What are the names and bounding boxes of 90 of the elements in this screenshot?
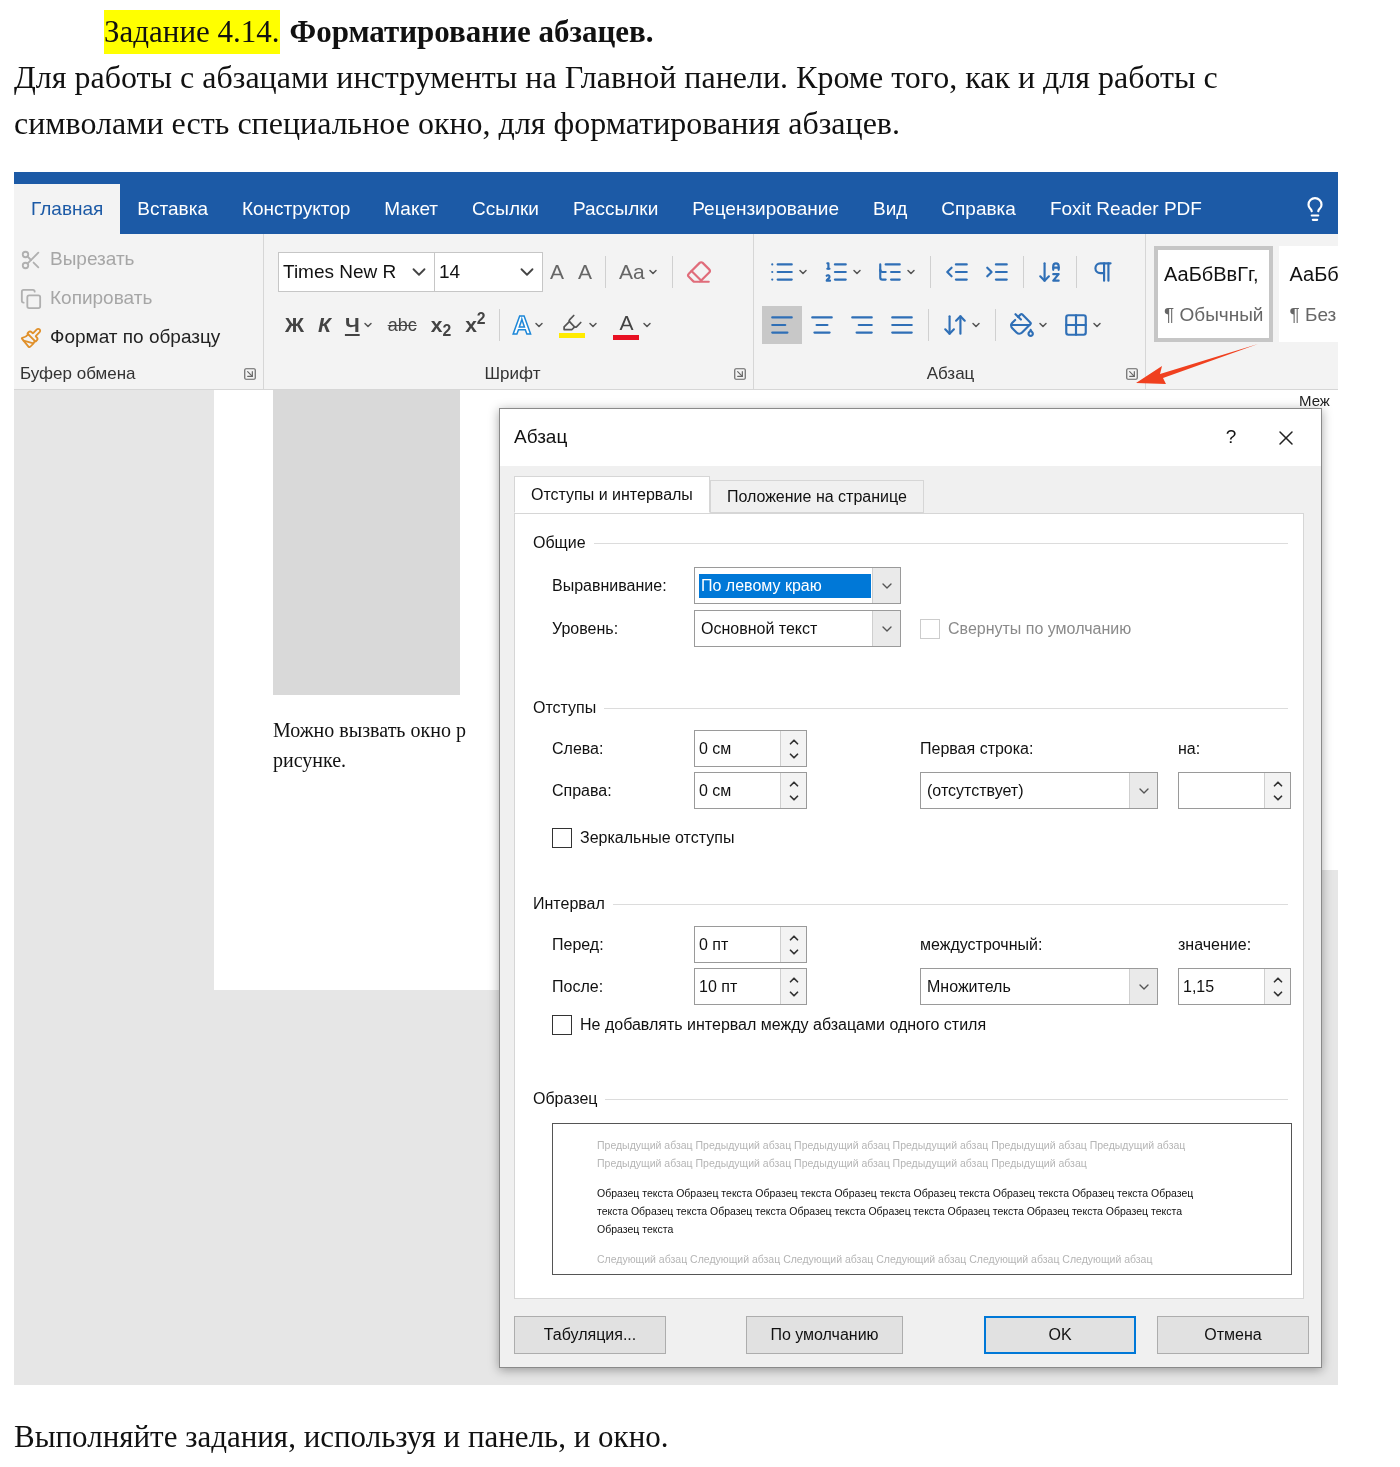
font-size-field[interactable]: 14 [435, 252, 543, 292]
section-heading: Отступы [533, 698, 597, 718]
preview-text: Следующий абзац Следующий абзац Следующий абзац Следующий абзац Следующий абзац Следующий абзац [597, 1252, 1154, 1267]
ribbon-tab[interactable]: Ссылки [455, 184, 556, 234]
group-label: Шрифт [484, 363, 541, 386]
paintbrush-icon [20, 326, 42, 349]
dropdown-value: Основной текст [700, 618, 819, 639]
toolbar-button[interactable]: A [543, 253, 571, 291]
ribbon-tab[interactable]: Вставка [120, 184, 225, 234]
borders-icon [1063, 312, 1089, 338]
section-heading: Общие [533, 533, 586, 553]
dropdown[interactable]: (отсутствует) [920, 772, 1158, 809]
footer-text: Выполняйте задания, используя и панель, и окно. [14, 1418, 670, 1456]
intro-paragraph: Для работы с абзацами инструменты на Главной панели. Кроме того, как и для работы с символами есть специальное окно, для форматирования абзацев. [14, 58, 1219, 143]
toolbar-button[interactable]: x$_{2}$ [423, 306, 459, 344]
field-label: на: [1178, 738, 1202, 759]
toolbar-button[interactable]: К [311, 306, 338, 344]
ribbon-tab[interactable]: Вид [855, 184, 925, 234]
font-name-field[interactable]: Times New R [278, 252, 435, 292]
field-label: Первая строка: [920, 738, 1035, 759]
ribbon-tab[interactable]: Foxit Reader PDF [1032, 184, 1219, 234]
dropdown[interactable]: Основной текст [694, 610, 901, 647]
dialog-button[interactable]: OK [984, 1316, 1136, 1354]
dialog-launcher-icon[interactable] [1125, 367, 1139, 381]
toolbar-button[interactable]: A [606, 306, 661, 344]
dropdown[interactable]: Множитель [920, 968, 1158, 1005]
numbered-list-icon [823, 259, 849, 285]
style-card[interactable]: АаБб ¶ Без [1279, 246, 1338, 342]
style-card[interactable]: АаБбВвГг, ¶ Обычный [1154, 246, 1274, 342]
field-label: После: [552, 976, 605, 997]
preview-text: Предыдущий абзац Предыдущий абзац Предыдущий абзац Предыдущий абзац Предыдущий абзац Предыдущий абзац Предыдущий абзац Предыдущий абзац Предыдущий абзац Предыдущий абзац Предыдущий абзац [597, 1138, 1187, 1171]
toolbar-button[interactable]: x$^{2}$ [458, 306, 493, 344]
page-text: Можно вызвать окно р [273, 718, 466, 744]
toolbar-button[interactable]: Ч [337, 306, 381, 344]
task-title: Форматирование абзацев. [289, 13, 654, 51]
dialog-button[interactable]: По умолчанию [746, 1316, 903, 1354]
toolbar-button[interactable]: A [571, 253, 600, 291]
dialog-title: Абзац [514, 425, 568, 450]
field-label: Выравнивание: [552, 575, 668, 596]
section-heading: Интервал [533, 894, 605, 914]
dialog-launcher-icon[interactable] [733, 367, 747, 381]
spin-field[interactable]: 1,15 [1178, 968, 1291, 1005]
ribbon-tab[interactable]: Рассылки [555, 184, 676, 234]
group-label: Буфер обмена [20, 363, 136, 386]
paint-bucket-icon [1009, 312, 1035, 338]
toolbar-button[interactable]: Aa [612, 253, 666, 291]
preview-text: Образец текста Образец текста Образец текста Образец текста Образец текста Образец текста Образец текста Образец текста Образец текста Образец текста Образец текста Образец текста Образец текста Образец текста Образец текста Образец текста [597, 1186, 1195, 1237]
field-label: Слева: [552, 738, 605, 759]
ribbon-tab[interactable]: Главная [14, 184, 121, 234]
dropdown-value: По левому краю [699, 573, 871, 598]
field-label: Уровень: [552, 618, 620, 639]
spin-field[interactable] [1178, 772, 1291, 809]
dialog-tab[interactable]: Положение на странице [709, 480, 924, 513]
dropdown-value: Множитель [926, 976, 1012, 997]
checkbox[interactable]: Не добавлять интервал между абзацами одного стиля [552, 1013, 1303, 1037]
toolbar-button[interactable]: abc [380, 306, 424, 344]
toolbar-button[interactable] [762, 306, 802, 344]
ribbon-tab[interactable]: Рецензирование [675, 184, 856, 234]
help-button[interactable]: ? [1211, 417, 1251, 458]
dialog-tab[interactable]: Отступы и интервалы [514, 476, 710, 513]
eraser-icon [685, 259, 712, 285]
spin-field[interactable]: 0 см [694, 730, 807, 767]
field-label: Перед: [552, 934, 605, 955]
page-text: рисунке. [273, 748, 347, 774]
field-label: значение: [1178, 934, 1253, 955]
highlighter-icon [559, 312, 586, 338]
ribbon-tab[interactable]: Макет [367, 184, 456, 234]
spin-field[interactable]: 0 см [694, 772, 807, 809]
clipboard-button[interactable]: Формат по образцу [20, 318, 263, 357]
dropdown[interactable]: По левому краю [694, 567, 901, 604]
dialog-launcher-icon[interactable] [243, 367, 257, 381]
group-label: Абзац [926, 363, 975, 386]
toolbar-button[interactable]: Ж [278, 306, 311, 344]
checkbox[interactable]: Зеркальные отступы [552, 826, 1303, 850]
spin-field[interactable]: 0 пт [694, 926, 807, 963]
field-label: Справа: [552, 780, 613, 801]
dialog-button[interactable]: Отмена [1157, 1316, 1309, 1354]
section-heading: Образец [533, 1089, 598, 1109]
ribbon-tab[interactable]: Справка [924, 184, 1033, 234]
panel-heading: Меж [1299, 391, 1331, 411]
line-spacing-icon [942, 312, 968, 338]
spin-field[interactable]: 10 пт [694, 968, 807, 1005]
scissors-icon [20, 248, 42, 271]
sort-icon [1037, 259, 1063, 285]
copy-icon [20, 287, 42, 310]
dropdown-value: (отсутствует) [926, 780, 1025, 801]
dialog-button[interactable]: Табуляция... [514, 1316, 666, 1354]
ribbon-tab[interactable]: Конструктор [224, 184, 368, 234]
field-label: междустрочный: [920, 934, 1044, 955]
task-label: Задание 4.14. [104, 10, 280, 54]
